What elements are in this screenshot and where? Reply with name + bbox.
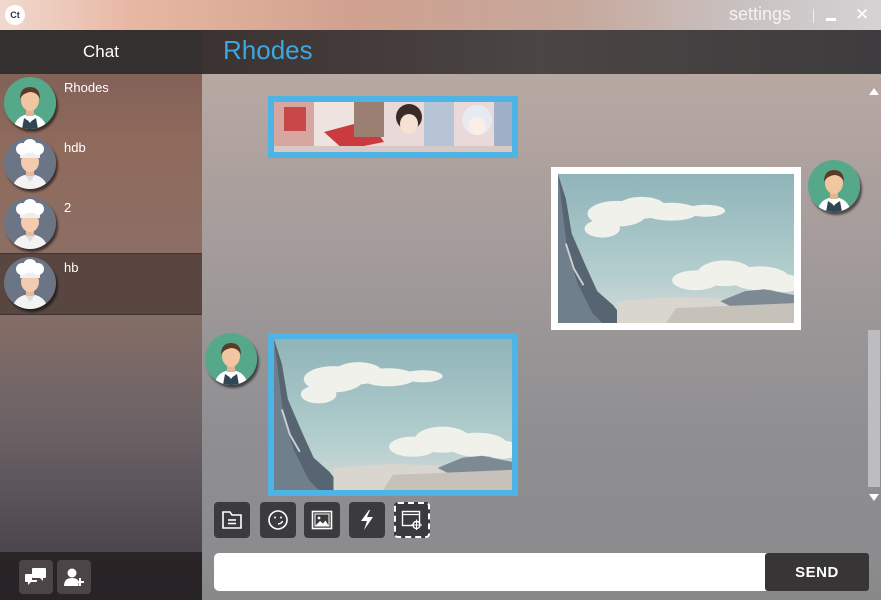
add-user-icon[interactable] bbox=[57, 560, 91, 594]
mountain-clouds-image bbox=[274, 339, 512, 490]
image-icon[interactable] bbox=[304, 502, 340, 538]
chat-bubbles-icon[interactable] bbox=[19, 560, 53, 594]
male-user-avatar bbox=[808, 160, 860, 212]
male-user-avatar bbox=[205, 333, 257, 385]
composer: SEND bbox=[202, 548, 881, 600]
contact-item-rhodes[interactable]: Rhodes bbox=[0, 74, 202, 134]
contact-item-2[interactable]: 2 bbox=[0, 194, 202, 254]
chat-header: Rhodes bbox=[202, 30, 881, 74]
sidebar-footer bbox=[0, 552, 202, 600]
chef-avatar bbox=[4, 137, 56, 189]
chat-title: Rhodes bbox=[223, 35, 313, 65]
lightning-icon[interactable] bbox=[349, 502, 385, 538]
contact-name: 2 bbox=[64, 200, 72, 215]
scroll-down-arrow-icon[interactable] bbox=[869, 494, 879, 501]
contact-item-hdb[interactable]: hdb bbox=[0, 134, 202, 194]
chef-avatar bbox=[4, 197, 56, 249]
file-icon[interactable] bbox=[214, 502, 250, 538]
screenshot-icon[interactable] bbox=[394, 502, 430, 538]
emoji-icon[interactable] bbox=[260, 502, 296, 538]
message-image-received[interactable] bbox=[268, 96, 518, 158]
scroll-up-arrow-icon[interactable] bbox=[869, 88, 879, 95]
minimize-icon[interactable] bbox=[826, 9, 838, 23]
scrollbar-thumb[interactable] bbox=[868, 330, 880, 487]
sidebar-title: Chat bbox=[0, 30, 202, 74]
contact-name: hdb bbox=[64, 140, 86, 155]
message-image-received[interactable] bbox=[268, 333, 518, 496]
male-user-avatar bbox=[4, 77, 56, 129]
settings-link[interactable]: settings bbox=[729, 4, 791, 25]
chef-avatar bbox=[4, 257, 56, 309]
contact-name: Rhodes bbox=[64, 80, 109, 95]
message-list[interactable] bbox=[202, 74, 881, 548]
app-logo-icon: Ct bbox=[5, 5, 25, 25]
contact-item-hb[interactable]: hb bbox=[0, 253, 202, 315]
anime-collage-image bbox=[274, 102, 512, 152]
title-divider bbox=[813, 9, 814, 23]
contact-name: hb bbox=[64, 260, 79, 275]
sidebar: Chat Rhodes hdb 2 hb bbox=[0, 30, 202, 600]
message-image-sent[interactable] bbox=[551, 167, 801, 330]
close-icon[interactable]: ✕ bbox=[855, 5, 869, 25]
title-bar: Ct settings ✕ bbox=[0, 0, 881, 30]
message-input[interactable] bbox=[214, 553, 774, 591]
mountain-clouds-image bbox=[558, 174, 794, 323]
send-button[interactable]: SEND bbox=[765, 553, 869, 591]
